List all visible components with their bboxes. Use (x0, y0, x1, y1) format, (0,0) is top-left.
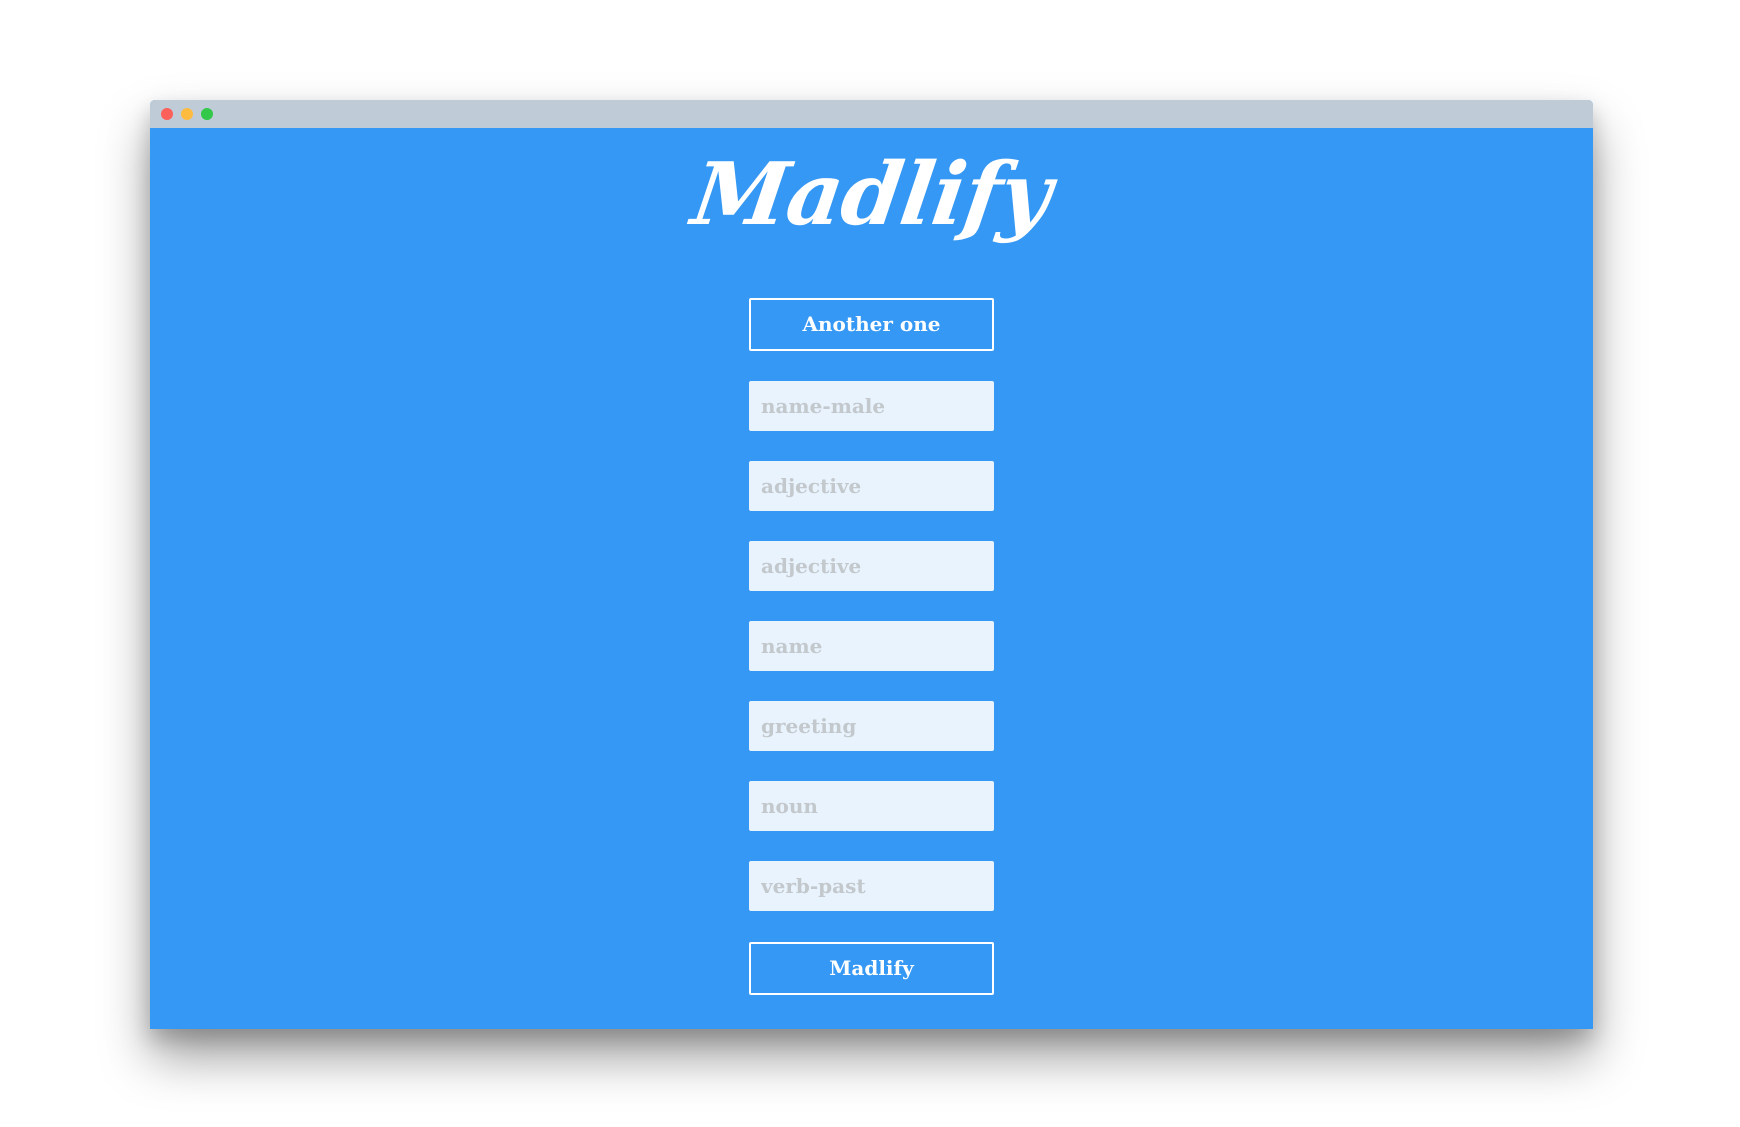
verb-past-field[interactable] (749, 861, 994, 911)
greeting-field[interactable] (749, 701, 994, 751)
adjective-field-1[interactable] (749, 461, 994, 511)
minimize-window-button[interactable] (181, 108, 193, 120)
maximize-window-button[interactable] (201, 108, 213, 120)
window-titlebar (150, 100, 1593, 128)
adjective-field-2[interactable] (749, 541, 994, 591)
noun-field[interactable] (749, 781, 994, 831)
close-window-button[interactable] (161, 108, 173, 120)
browser-window: Madlify Another one Madlify (150, 100, 1593, 1029)
name-field[interactable] (749, 621, 994, 671)
madlify-submit-button[interactable]: Madlify (749, 942, 994, 995)
madlib-form: Another one Madlify (749, 298, 994, 995)
page-content: Madlify Another one Madlify (150, 128, 1593, 1029)
another-one-button[interactable]: Another one (749, 298, 994, 351)
name-male-field[interactable] (749, 381, 994, 431)
app-logo: Madlify (686, 144, 1057, 245)
